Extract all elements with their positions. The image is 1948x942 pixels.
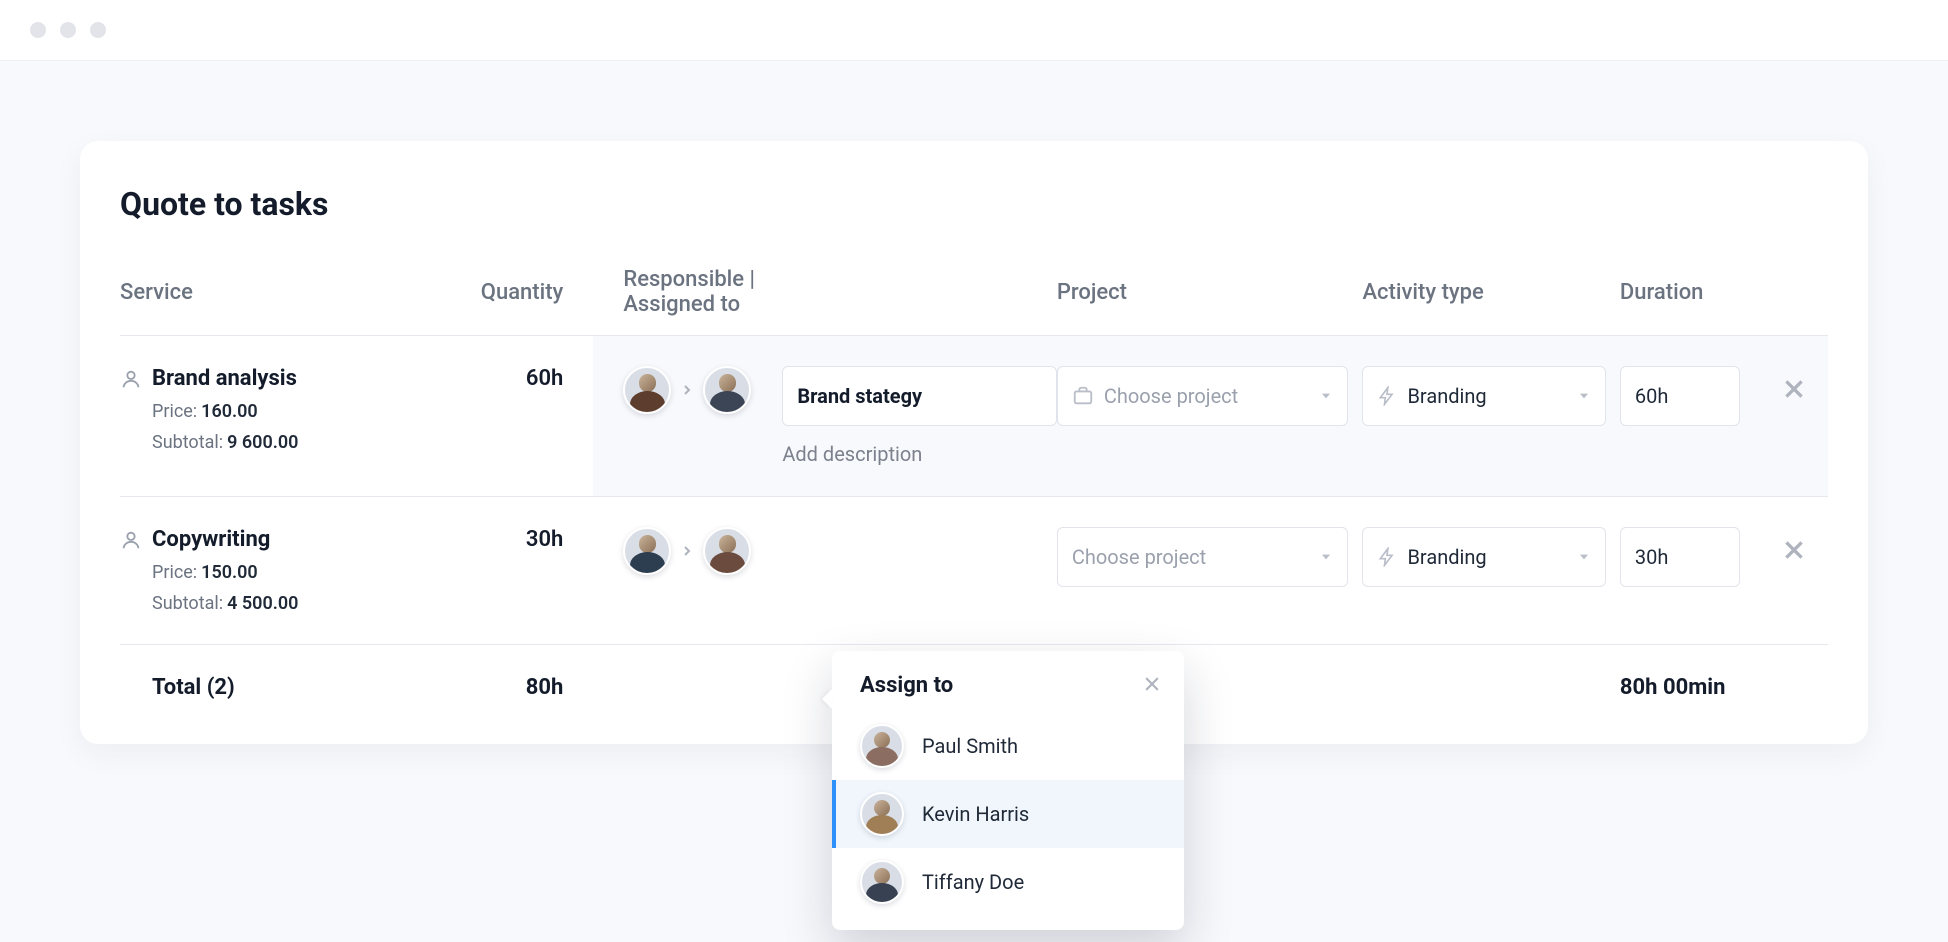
close-icon [1781, 537, 1807, 563]
col-project: Project [1057, 267, 1363, 336]
person-icon [120, 529, 142, 551]
popover-option-label: Paul Smith [922, 734, 1018, 758]
add-description-link[interactable]: Add description [782, 442, 1056, 466]
col-quantity: Quantity [425, 267, 593, 336]
caret-down-icon [1577, 384, 1591, 408]
total-duration: 80h 00min [1620, 645, 1828, 701]
quantity-value: 30h [526, 527, 563, 552]
duration-input[interactable]: 30h [1620, 527, 1740, 587]
popover-arrow [822, 689, 832, 709]
close-icon [1142, 674, 1162, 694]
price-line: Price:160.00 [152, 401, 425, 422]
quantity-value: 60h [526, 366, 563, 391]
popover-option-label: Kevin Harris [922, 802, 1029, 826]
quote-to-tasks-card: Quote to tasks Service Quantity Responsi… [80, 141, 1868, 744]
chevron-right-icon [679, 382, 695, 398]
lightning-icon [1377, 547, 1397, 567]
col-duration: Duration [1620, 267, 1759, 336]
person-icon [120, 368, 142, 390]
popover-option[interactable]: Kevin Harris [832, 780, 1184, 848]
page-title: Quote to tasks [120, 185, 1828, 223]
activity-select[interactable]: Branding [1362, 527, 1605, 587]
close-icon [1781, 376, 1807, 402]
traffic-light-max[interactable] [90, 22, 106, 38]
service-name: Copywriting [152, 527, 270, 552]
col-task-spacer [782, 267, 1056, 336]
total-quantity: 80h [425, 645, 593, 701]
col-activity: Activity type [1362, 267, 1619, 336]
popover-option[interactable]: Tiffany Doe [832, 848, 1184, 916]
tasks-table: Service Quantity Responsible | Assigned … [120, 267, 1828, 700]
total-label: Total (2) [120, 645, 425, 701]
responsible-assigned[interactable] [623, 366, 782, 414]
avatar [860, 860, 904, 904]
avatar-assigned[interactable] [703, 366, 751, 414]
traffic-light-min[interactable] [60, 22, 76, 38]
col-actions [1759, 267, 1828, 336]
price-line: Price:150.00 [152, 562, 425, 583]
chevron-right-icon [679, 543, 695, 559]
table-row: Copywriting Price:150.00 Subtotal:4 500.… [120, 497, 1828, 645]
traffic-light-close[interactable] [30, 22, 46, 38]
avatar [860, 724, 904, 768]
caret-down-icon [1577, 545, 1591, 569]
subtotal-line: Subtotal:9 600.00 [152, 432, 425, 453]
caret-down-icon [1319, 384, 1333, 408]
popover-title: Assign to [860, 673, 953, 698]
lightning-icon [1377, 386, 1397, 406]
window-chrome [0, 0, 1948, 60]
avatar-responsible[interactable] [623, 366, 671, 414]
subtotal-line: Subtotal:4 500.00 [152, 593, 425, 614]
project-select[interactable]: Choose project [1057, 527, 1349, 587]
popover-option[interactable]: Paul Smith [832, 712, 1184, 780]
responsible-assigned[interactable] [623, 527, 782, 575]
briefcase-icon [1072, 385, 1094, 407]
service-name: Brand analysis [152, 366, 297, 391]
avatar [860, 792, 904, 836]
col-service: Service [120, 267, 425, 336]
app-surface: Quote to tasks Service Quantity Responsi… [0, 60, 1948, 942]
caret-down-icon [1319, 545, 1333, 569]
assign-to-popover: Assign to Paul Smith Kevin Harris Tiffan… [832, 651, 1184, 930]
duration-input[interactable]: 60h [1620, 366, 1740, 426]
popover-option-label: Tiffany Doe [922, 870, 1024, 894]
col-responsible: Responsible | Assigned to [593, 267, 782, 336]
popover-close-button[interactable] [1142, 674, 1162, 698]
activity-select[interactable]: Branding [1362, 366, 1605, 426]
remove-row-button[interactable] [1759, 366, 1828, 407]
avatar-assigned[interactable] [703, 527, 751, 575]
table-row: Brand analysis Price:160.00 Subtotal:9 6… [120, 336, 1828, 497]
remove-row-button[interactable] [1759, 527, 1828, 568]
avatar-responsible[interactable] [623, 527, 671, 575]
task-name-input[interactable]: Brand stategy [782, 366, 1056, 426]
project-select[interactable]: Choose project [1057, 366, 1349, 426]
